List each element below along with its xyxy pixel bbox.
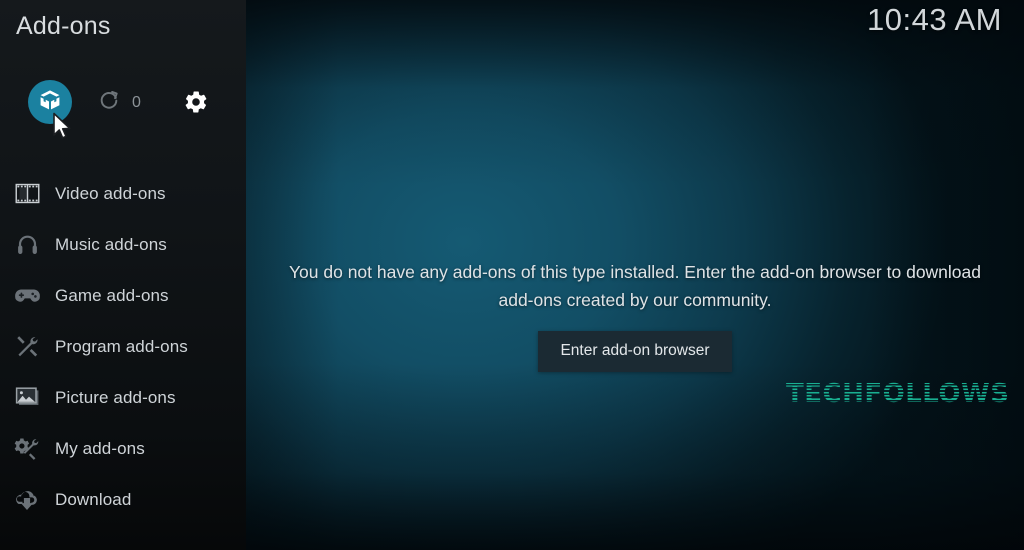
sidebar-item-label: Program add-ons bbox=[55, 336, 188, 356]
sidebar-item-video-addons[interactable]: Video add-ons bbox=[0, 168, 246, 219]
film-strip-icon bbox=[11, 179, 43, 209]
check-updates-button[interactable]: 0 bbox=[98, 89, 141, 116]
refresh-icon bbox=[98, 89, 120, 116]
photo-icon bbox=[11, 383, 43, 413]
sidebar-item-program-addons[interactable]: Program add-ons bbox=[0, 321, 246, 372]
page-title: Add-ons bbox=[16, 12, 111, 40]
enter-addon-browser-button[interactable]: Enter add-on browser bbox=[538, 330, 732, 372]
sidebar-item-label: Game add-ons bbox=[55, 285, 169, 305]
sidebar-item-picture-addons[interactable]: Picture add-ons bbox=[0, 372, 246, 423]
sidebar-menu: Video add-ons Music add-ons Game add-ons… bbox=[0, 168, 246, 525]
empty-state: You do not have any add-ons of this type… bbox=[246, 258, 1024, 372]
sidebar-item-game-addons[interactable]: Game add-ons bbox=[0, 270, 246, 321]
cloud-download-icon bbox=[11, 485, 43, 515]
sidebar-toolbar: 0 bbox=[0, 80, 246, 128]
settings-button[interactable] bbox=[183, 89, 209, 120]
update-count-badge: 0 bbox=[132, 93, 141, 111]
gear-icon bbox=[183, 91, 209, 119]
main-content-pane: 10:43 AM You do not have any add-ons of … bbox=[246, 0, 1024, 550]
sidebar: Add-ons 0 Video add-ons Music add-ons Ga… bbox=[0, 0, 246, 550]
wrench-screwdriver-icon bbox=[11, 332, 43, 362]
sidebar-item-label: Download bbox=[55, 489, 132, 509]
sidebar-item-music-addons[interactable]: Music add-ons bbox=[0, 219, 246, 270]
gamepad-icon bbox=[11, 281, 43, 311]
open-box-icon bbox=[38, 88, 62, 117]
headphones-icon bbox=[11, 230, 43, 260]
sidebar-item-label: Video add-ons bbox=[55, 183, 166, 203]
sidebar-item-label: My add-ons bbox=[55, 438, 145, 458]
sidebar-item-download[interactable]: Download bbox=[0, 474, 246, 525]
sidebar-item-label: Picture add-ons bbox=[55, 387, 176, 407]
clock: 10:43 AM bbox=[867, 2, 1002, 37]
addon-browser-button[interactable] bbox=[28, 80, 72, 124]
empty-state-message: You do not have any add-ons of this type… bbox=[288, 262, 982, 311]
sidebar-item-my-addons[interactable]: My add-ons bbox=[0, 423, 246, 474]
gear-wrench-icon bbox=[11, 434, 43, 464]
watermark: TECHFOLLOWS bbox=[786, 379, 1010, 409]
sidebar-item-label: Music add-ons bbox=[55, 234, 167, 254]
